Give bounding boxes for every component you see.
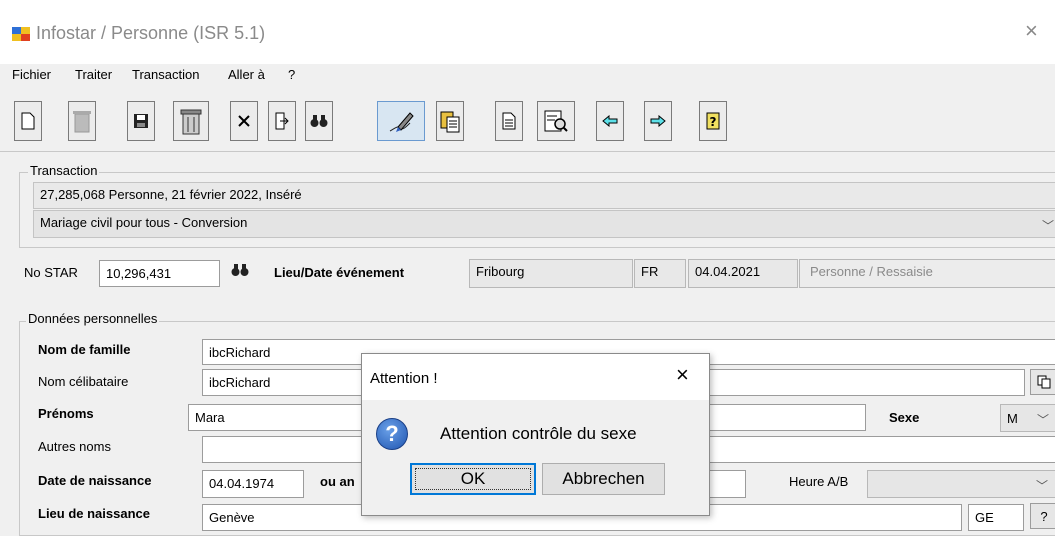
menu-transaction[interactable]: Transaction bbox=[132, 67, 199, 82]
other-names-label: Autres noms bbox=[38, 439, 111, 454]
birth-date-label: Date de naissance bbox=[38, 473, 152, 488]
sex-label: Sexe bbox=[889, 410, 920, 425]
import-icon[interactable] bbox=[268, 101, 296, 141]
delete-disabled-icon[interactable] bbox=[68, 101, 96, 141]
status-select: Personne / Ressaisie bbox=[799, 259, 1055, 288]
arrow-left-icon[interactable] bbox=[596, 101, 624, 141]
window-title: Infostar / Personne (ISR 5.1) bbox=[36, 23, 266, 43]
question-icon: ? bbox=[376, 418, 408, 450]
copy-button[interactable] bbox=[1030, 369, 1055, 395]
copy-icon bbox=[1037, 375, 1051, 389]
birth-place-label: Lieu de naissance bbox=[38, 506, 150, 521]
transaction-group-label: Transaction bbox=[28, 163, 100, 178]
event-canton-field: FR bbox=[634, 259, 686, 288]
help-icon[interactable]: ? bbox=[699, 101, 727, 141]
birth-place-canton-input[interactable]: GE bbox=[968, 504, 1024, 531]
transaction-type-value: Mariage civil pour tous - Conversion bbox=[40, 215, 248, 230]
event-date-field: 04.04.2021 bbox=[688, 259, 798, 288]
edit-pen-icon[interactable] bbox=[377, 101, 425, 141]
menu-fichier[interactable]: Fichier bbox=[12, 67, 51, 82]
save-icon[interactable] bbox=[127, 101, 155, 141]
cancel-icon[interactable] bbox=[230, 101, 258, 141]
event-place-field: Fribourg bbox=[469, 259, 633, 288]
new-document-icon[interactable] bbox=[14, 101, 42, 141]
status-value: Personne / Ressaisie bbox=[810, 264, 933, 279]
binoculars-icon[interactable] bbox=[305, 101, 333, 141]
maiden-name-label: Nom célibataire bbox=[38, 374, 129, 389]
menu-traiter[interactable]: Traiter bbox=[75, 67, 112, 82]
time-select[interactable]: ﹀ bbox=[867, 470, 1055, 498]
focus-ring bbox=[415, 468, 531, 490]
no-star-input[interactable]: 10,296,431 bbox=[99, 260, 220, 287]
dialog-close-icon[interactable]: × bbox=[676, 364, 689, 386]
app-icon bbox=[12, 27, 30, 41]
chevron-down-icon: ﹀ bbox=[1037, 413, 1050, 427]
dialog-message: Attention contrôle du sexe bbox=[440, 424, 637, 443]
no-star-label: No STAR bbox=[24, 265, 78, 280]
binoculars-icon[interactable] bbox=[226, 258, 254, 282]
toolbar-separator bbox=[0, 151, 1055, 152]
svg-text:?: ? bbox=[710, 115, 717, 129]
menu-aller-a[interactable]: Aller à bbox=[228, 67, 265, 82]
sex-select[interactable]: M ﹀ bbox=[1000, 404, 1055, 432]
window-close-icon[interactable]: × bbox=[1025, 20, 1038, 42]
time-label: Heure A/B bbox=[789, 474, 849, 489]
attention-dialog: Attention ! × ? Attention contrôle du se… bbox=[361, 353, 710, 516]
cancel-button[interactable]: Abbrechen bbox=[542, 463, 665, 495]
arrow-right-icon[interactable] bbox=[644, 101, 672, 141]
birth-place-help-button[interactable]: ? bbox=[1030, 503, 1055, 529]
trash-icon[interactable] bbox=[173, 101, 209, 141]
ok-button[interactable]: OK bbox=[410, 463, 536, 495]
personal-data-group-label: Données personnelles bbox=[26, 311, 160, 326]
cancel-button-label: Abbrechen bbox=[562, 469, 645, 488]
document-icon[interactable] bbox=[495, 101, 523, 141]
transaction-summary: 27,285,068 Personne, 21 février 2022, In… bbox=[33, 182, 1055, 209]
lieu-date-label: Lieu/Date événement bbox=[274, 265, 405, 280]
chevron-down-icon: ﹀ bbox=[1036, 479, 1049, 493]
family-name-label: Nom de famille bbox=[38, 342, 131, 357]
preview-icon[interactable] bbox=[537, 101, 575, 141]
or-year-label: ou an bbox=[320, 474, 355, 489]
chevron-down-icon: ﹀ bbox=[1042, 219, 1055, 233]
paste-icon[interactable] bbox=[436, 101, 464, 141]
sex-value: M bbox=[1007, 411, 1018, 426]
first-names-label: Prénoms bbox=[38, 406, 94, 421]
menu-help[interactable]: ? bbox=[288, 67, 295, 82]
transaction-type-select[interactable]: Mariage civil pour tous - Conversion ﹀ bbox=[33, 210, 1055, 238]
birth-date-input[interactable]: 04.04.1974 bbox=[202, 470, 304, 498]
dialog-title: Attention ! bbox=[370, 370, 438, 387]
